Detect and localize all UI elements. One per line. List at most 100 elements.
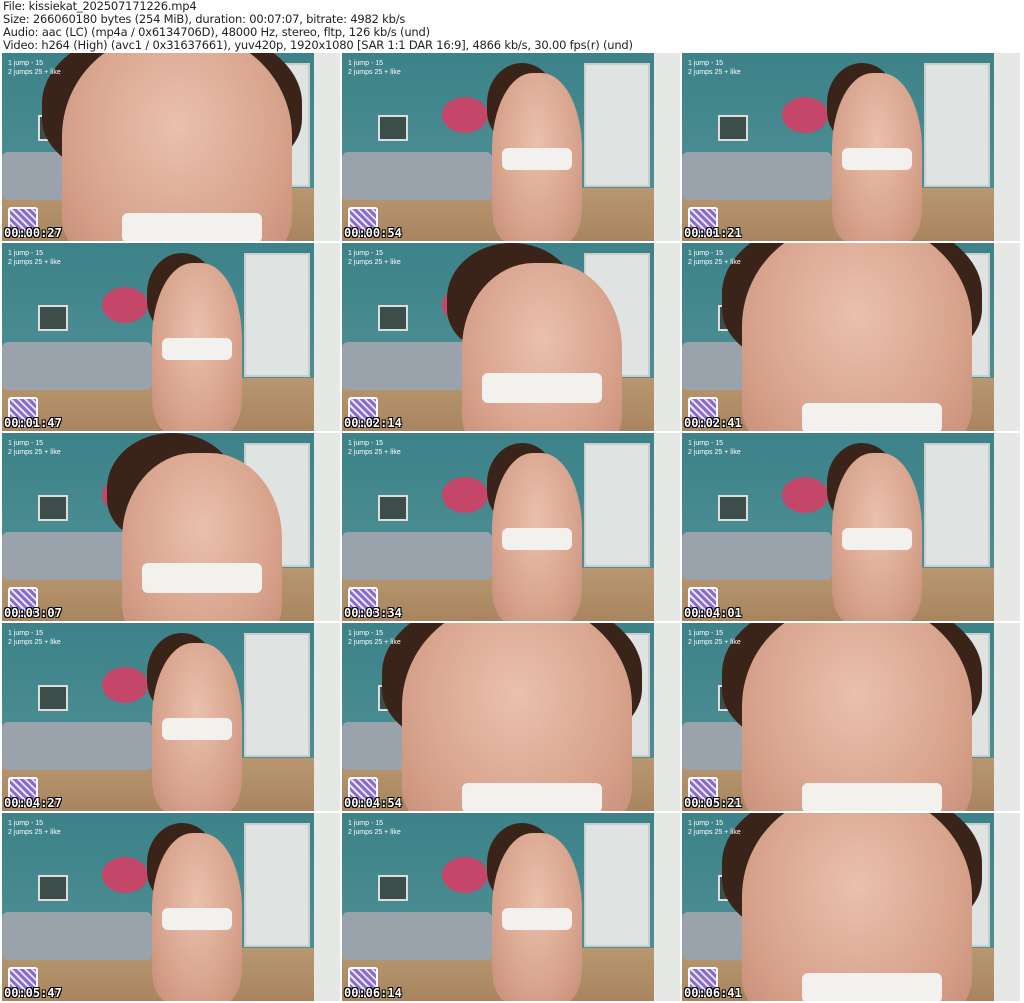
video-thumbnail[interactable]: 1 jump - 15 2 jumps 25 + like 00:01:47 — [2, 243, 340, 431]
shelf — [314, 623, 340, 811]
video-thumbnail[interactable]: 1 jump - 15 2 jumps 25 + like 00:03:07 — [2, 433, 340, 621]
wall-picture — [718, 495, 748, 521]
overlay-line-1: 1 jump - 15 — [348, 440, 384, 447]
video-thumbnail[interactable]: 1 jump - 15 2 jumps 25 + like 00:00:27 — [2, 53, 340, 241]
overlay-line-1: 1 jump - 15 — [688, 440, 724, 447]
wall-picture — [38, 495, 68, 521]
video-thumbnail[interactable]: 1 jump - 15 2 jumps 25 + like 00:01:21 — [682, 53, 1020, 241]
shelf — [654, 53, 680, 241]
shelf — [654, 623, 680, 811]
sofa — [682, 531, 832, 580]
overlay-line-1: 1 jump - 15 — [688, 250, 724, 257]
thumbnail-timestamp: 00:00:54 — [344, 226, 402, 240]
thumbnail-timestamp: 00:01:47 — [4, 416, 62, 430]
thumbnail-grid: 1 jump - 15 2 jumps 25 + like 00:00:27 1 ju… — [2, 53, 1020, 1001]
video-thumbnail[interactable]: 1 jump - 15 2 jumps 25 + like 00:05:47 — [2, 813, 340, 1001]
sofa — [682, 151, 832, 200]
video-thumbnail[interactable]: 1 jump - 15 2 jumps 25 + like 00:06:41 — [682, 813, 1020, 1001]
sofa — [342, 531, 492, 580]
door — [584, 443, 650, 567]
clothing — [802, 973, 942, 1001]
overlay-line-1: 1 jump - 15 — [8, 820, 44, 827]
overlay-line-2: 2 jumps 25 + like — [688, 639, 741, 646]
video-thumbnail[interactable]: 1 jump - 15 2 jumps 25 + like 00:04:54 — [342, 623, 680, 811]
stream-overlay-text: 1 jump - 15 2 jumps 25 + like — [348, 629, 401, 647]
person — [122, 453, 282, 621]
thumbnail-timestamp: 00:03:34 — [344, 606, 402, 620]
sofa — [342, 151, 492, 200]
thumbnail-timestamp: 00:00:27 — [4, 226, 62, 240]
stream-overlay-text: 1 jump - 15 2 jumps 25 + like — [348, 819, 401, 837]
shelf — [654, 243, 680, 431]
wall-picture — [718, 115, 748, 141]
overlay-line-1: 1 jump - 15 — [348, 250, 384, 257]
stream-overlay-text: 1 jump - 15 2 jumps 25 + like — [348, 249, 401, 267]
clothing — [162, 908, 232, 930]
shelf — [994, 53, 1020, 241]
overlay-line-2: 2 jumps 25 + like — [348, 259, 401, 266]
blossom-painting — [782, 477, 828, 513]
thumbnail-timestamp: 00:06:14 — [344, 986, 402, 1000]
door — [244, 253, 310, 377]
clothing — [482, 373, 602, 403]
stream-overlay-text: 1 jump - 15 2 jumps 25 + like — [8, 819, 61, 837]
overlay-line-2: 2 jumps 25 + like — [8, 449, 61, 456]
overlay-line-1: 1 jump - 15 — [688, 60, 724, 67]
blossom-painting — [102, 667, 148, 703]
video-thumbnail[interactable]: 1 jump - 15 2 jumps 25 + like 00:02:41 — [682, 243, 1020, 431]
overlay-line-1: 1 jump - 15 — [688, 820, 724, 827]
shelf — [994, 623, 1020, 811]
video-thumbnail[interactable]: 1 jump - 15 2 jumps 25 + like 00:04:01 — [682, 433, 1020, 621]
thumbnail-timestamp: 00:04:27 — [4, 796, 62, 810]
overlay-line-1: 1 jump - 15 — [8, 440, 44, 447]
thumbnail-timestamp: 00:06:41 — [684, 986, 742, 1000]
sofa — [2, 721, 152, 770]
clothing — [502, 908, 572, 930]
clothing — [842, 528, 912, 550]
stream-overlay-text: 1 jump - 15 2 jumps 25 + like — [688, 439, 741, 457]
door — [584, 823, 650, 947]
stream-overlay-text: 1 jump - 15 2 jumps 25 + like — [688, 249, 741, 267]
stream-overlay-text: 1 jump - 15 2 jumps 25 + like — [688, 819, 741, 837]
overlay-line-1: 1 jump - 15 — [348, 60, 384, 67]
video-thumbnail[interactable]: 1 jump - 15 2 jumps 25 + like 00:06:14 — [342, 813, 680, 1001]
shelf — [314, 813, 340, 1001]
thumbnail-timestamp: 00:05:21 — [684, 796, 742, 810]
door — [924, 63, 990, 187]
wall-picture — [378, 875, 408, 901]
shelf — [314, 433, 340, 621]
stream-overlay-text: 1 jump - 15 2 jumps 25 + like — [8, 59, 61, 77]
sofa — [342, 911, 492, 960]
clothing — [462, 783, 602, 811]
video-thumbnail[interactable]: 1 jump - 15 2 jumps 25 + like 00:04:27 — [2, 623, 340, 811]
door — [244, 633, 310, 757]
video-thumbnail[interactable]: 1 jump - 15 2 jumps 25 + like 00:03:34 — [342, 433, 680, 621]
thumbnail-timestamp: 00:03:07 — [4, 606, 62, 620]
stream-overlay-text: 1 jump - 15 2 jumps 25 + like — [348, 59, 401, 77]
overlay-line-1: 1 jump - 15 — [348, 820, 384, 827]
thumbnail-timestamp: 00:05:47 — [4, 986, 62, 1000]
overlay-line-1: 1 jump - 15 — [8, 630, 44, 637]
thumbnail-timestamp: 00:04:01 — [684, 606, 742, 620]
overlay-line-1: 1 jump - 15 — [8, 250, 44, 257]
blossom-painting — [442, 477, 488, 513]
overlay-line-1: 1 jump - 15 — [348, 630, 384, 637]
wall-picture — [378, 115, 408, 141]
wall-picture — [378, 305, 408, 331]
clothing — [122, 213, 262, 241]
overlay-line-1: 1 jump - 15 — [688, 630, 724, 637]
overlay-line-2: 2 jumps 25 + like — [688, 829, 741, 836]
overlay-line-2: 2 jumps 25 + like — [348, 829, 401, 836]
overlay-line-2: 2 jumps 25 + like — [348, 639, 401, 646]
video-thumbnail[interactable]: 1 jump - 15 2 jumps 25 + like 00:02:14 — [342, 243, 680, 431]
blossom-painting — [102, 857, 148, 893]
shelf — [994, 243, 1020, 431]
shelf — [314, 53, 340, 241]
shelf — [994, 813, 1020, 1001]
overlay-line-2: 2 jumps 25 + like — [8, 829, 61, 836]
file-info-header: File: kissiekat_202507171226.mp4 Size: 2… — [3, 0, 633, 52]
video-thumbnail[interactable]: 1 jump - 15 2 jumps 25 + like 00:00:54 — [342, 53, 680, 241]
door — [244, 823, 310, 947]
door — [924, 443, 990, 567]
video-thumbnail[interactable]: 1 jump - 15 2 jumps 25 + like 00:05:21 — [682, 623, 1020, 811]
